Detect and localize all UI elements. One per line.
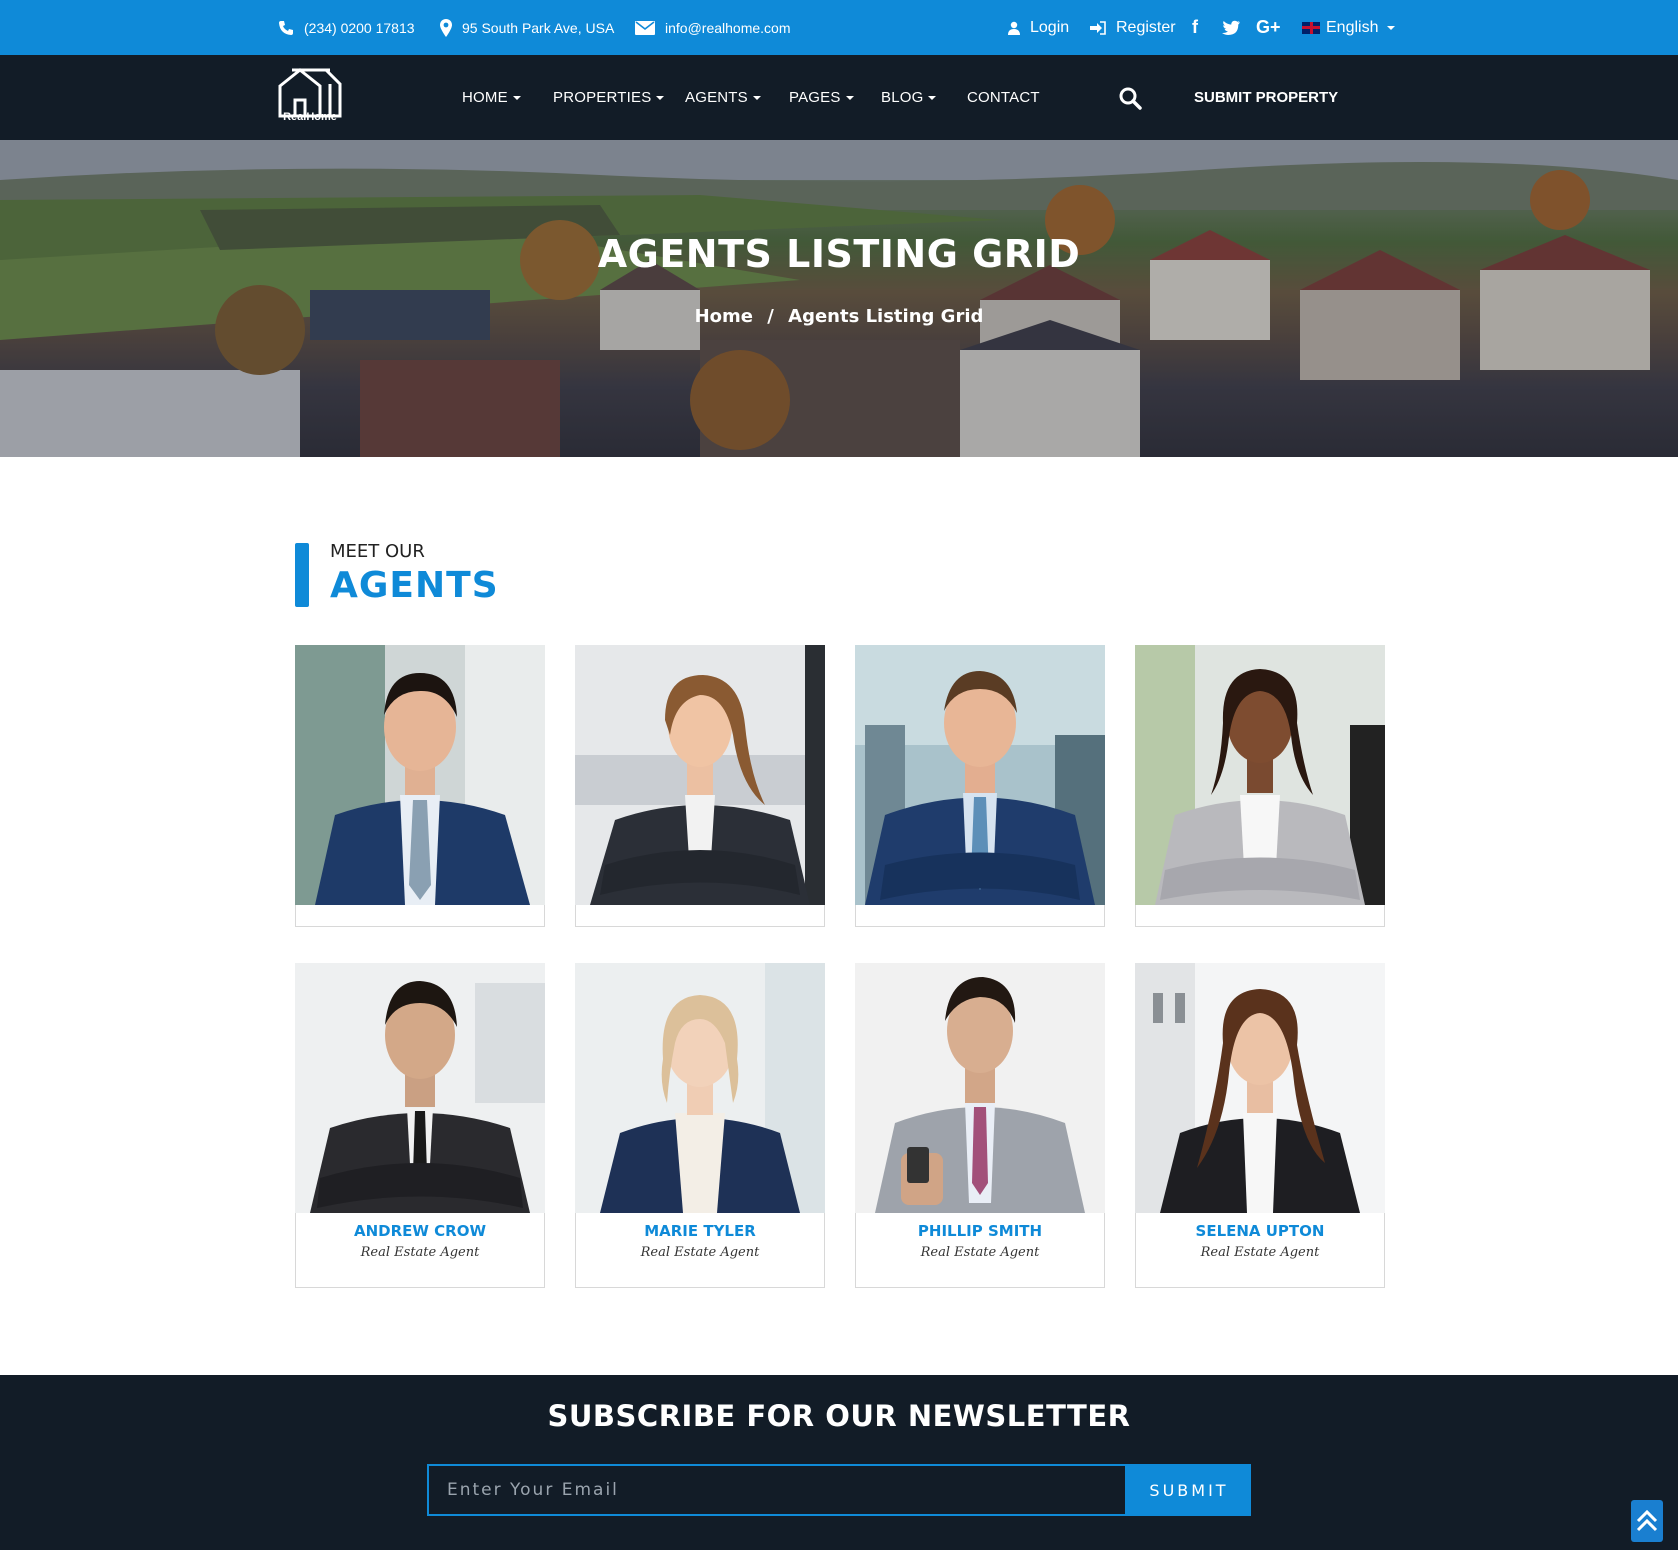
agent-photo[interactable] <box>1135 645 1385 905</box>
uk-flag-icon <box>1302 21 1320 34</box>
phone-number: (234) 0200 17813 <box>304 19 415 36</box>
agent-photo[interactable] <box>855 645 1105 905</box>
agent-card[interactable]: ANDREW CROW Real Estate Agent <box>295 963 545 1288</box>
envelope-icon <box>635 20 655 35</box>
breadcrumb-home[interactable]: Home <box>695 306 753 327</box>
breadcrumb: Home / Agents Listing Grid <box>0 306 1678 327</box>
logo-text[interactable]: RealHome <box>278 111 342 123</box>
agent-photo[interactable] <box>575 645 825 905</box>
nav-agents[interactable]: AGENTS <box>685 55 761 140</box>
nav-blog[interactable]: BLOG <box>881 55 937 140</box>
address-text: 95 South Park Ave, USA <box>462 19 615 36</box>
google-plus-link[interactable]: G+ <box>1256 0 1281 55</box>
user-icon <box>1008 21 1020 35</box>
email-field-wrapper <box>427 1464 1127 1516</box>
agent-card[interactable]: MARIE TYLER Real Estate Agent <box>575 963 825 1288</box>
agent-card[interactable] <box>575 645 825 927</box>
agent-card[interactable]: SELENA UPTON Real Estate Agent <box>1135 963 1385 1288</box>
breadcrumb-current: Agents Listing Grid <box>788 306 984 327</box>
google-plus-icon: G+ <box>1256 17 1281 37</box>
facebook-icon: f <box>1192 17 1198 37</box>
agent-card[interactable] <box>1135 645 1385 927</box>
agent-role: Real Estate Agent <box>1200 1245 1320 1260</box>
login-label: Login <box>1030 18 1070 36</box>
nav-contact[interactable]: CONTACT <box>967 55 1040 140</box>
agent-card[interactable] <box>295 645 545 927</box>
agent-role: Real Estate Agent <box>920 1245 1040 1260</box>
language-select[interactable]: English <box>1302 0 1396 55</box>
nav-contact-label: CONTACT <box>967 89 1040 106</box>
twitter-icon <box>1222 20 1240 35</box>
agent-name[interactable]: ANDREW CROW <box>296 1222 544 1240</box>
double-chevron-up-icon <box>1636 1509 1658 1532</box>
nav-agents-label: AGENTS <box>685 89 748 106</box>
chevron-down-icon <box>1387 25 1396 30</box>
top-bar: (234) 0200 17813 95 South Park Ave, USA … <box>0 0 1678 55</box>
chevron-down-icon <box>845 95 854 100</box>
nav-blog-label: BLOG <box>881 89 924 106</box>
address-contact: 95 South Park Ave, USA <box>440 0 614 55</box>
chevron-down-icon <box>752 95 761 100</box>
section-title: AGENTS <box>330 565 499 606</box>
chevron-down-icon <box>656 95 665 100</box>
login-link[interactable]: Login <box>1008 0 1069 55</box>
nav-properties-label: PROPERTIES <box>553 89 652 106</box>
hero-background-image <box>0 140 1678 457</box>
section-subtitle: MEET OUR <box>330 541 425 562</box>
nav-pages-label: PAGES <box>789 89 841 106</box>
email-contact[interactable]: info@realhome.com <box>635 0 791 55</box>
agent-photo[interactable] <box>855 963 1105 1213</box>
agent-photo[interactable] <box>575 963 825 1213</box>
agent-name[interactable]: SELENA UPTON <box>1136 1222 1384 1240</box>
facebook-link[interactable]: f <box>1192 0 1198 55</box>
nav-properties[interactable]: PROPERTIES <box>553 55 665 140</box>
phone-icon <box>279 20 293 35</box>
agent-card[interactable] <box>855 645 1105 927</box>
nav-pages[interactable]: PAGES <box>789 55 854 140</box>
sign-in-icon <box>1090 20 1106 35</box>
subscribe-submit-button[interactable]: SUBMIT <box>1127 1464 1251 1516</box>
phone-contact[interactable]: (234) 0200 17813 <box>278 0 415 55</box>
agent-photo[interactable] <box>295 963 545 1213</box>
twitter-link[interactable] <box>1222 0 1240 55</box>
agent-name[interactable]: PHILLIP SMITH <box>856 1222 1104 1240</box>
email-field[interactable] <box>447 1466 1107 1514</box>
register-label: Register <box>1116 18 1176 36</box>
map-marker-icon <box>440 18 452 37</box>
chevron-down-icon <box>512 95 521 100</box>
register-link[interactable]: Register <box>1090 0 1176 55</box>
agent-name[interactable]: MARIE TYLER <box>576 1222 824 1240</box>
agent-role: Real Estate Agent <box>640 1245 760 1260</box>
agent-card[interactable]: PHILLIP SMITH Real Estate Agent <box>855 963 1105 1288</box>
newsletter-title: SUBSCRIBE FOR OUR NEWSLETTER <box>547 1399 1131 1433</box>
back-to-top-button[interactable] <box>1631 1500 1663 1542</box>
language-label: English <box>1326 18 1379 36</box>
submit-property-button[interactable]: SUBMIT PROPERTY <box>1194 55 1338 140</box>
hero-banner <box>0 140 1678 457</box>
nav-home-label: HOME <box>462 89 508 106</box>
chevron-down-icon <box>928 95 937 100</box>
section-accent-bar <box>295 543 309 607</box>
search-icon[interactable] <box>1118 86 1142 110</box>
page: (234) 0200 17813 95 South Park Ave, USA … <box>0 0 1678 1550</box>
agent-photo[interactable] <box>295 645 545 905</box>
nav-home[interactable]: HOME <box>462 55 521 140</box>
agent-role: Real Estate Agent <box>360 1245 480 1260</box>
page-title: AGENTS LISTING GRID <box>597 232 1081 276</box>
agent-photo[interactable] <box>1135 963 1385 1213</box>
email-text: info@realhome.com <box>665 19 791 36</box>
breadcrumb-separator: / <box>767 306 774 327</box>
